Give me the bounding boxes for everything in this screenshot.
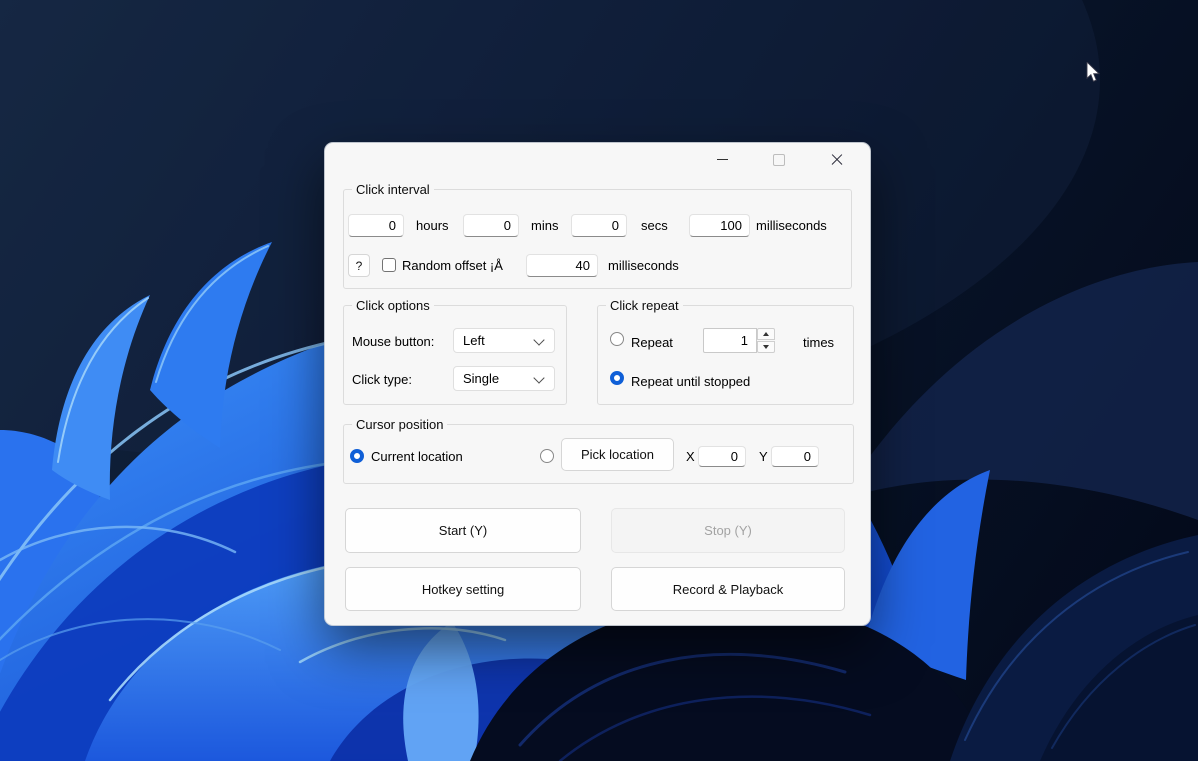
repeat-label: Repeat (631, 331, 673, 354)
hotkey-setting-button[interactable]: Hotkey setting (345, 567, 581, 611)
repeat-radio[interactable] (610, 332, 624, 346)
x-input[interactable] (698, 446, 746, 467)
times-label: times (803, 331, 834, 354)
mouse-button-label: Mouse button: (352, 330, 434, 353)
close-icon (831, 154, 843, 166)
mouse-button-value: Left (463, 333, 485, 348)
pick-location-radio[interactable] (540, 449, 554, 463)
current-location-radio[interactable] (350, 449, 364, 463)
repeat-until-stopped-label: Repeat until stopped (631, 370, 750, 393)
milliseconds-input[interactable] (689, 214, 750, 237)
cursor-position-group-label: Cursor position (352, 417, 447, 432)
repeat-until-stopped-radio[interactable] (610, 371, 624, 385)
spinner-up-button[interactable] (757, 328, 775, 340)
random-offset-input[interactable] (526, 254, 598, 277)
start-button[interactable]: Start (Y) (345, 508, 581, 553)
click-interval-group-label: Click interval (352, 182, 434, 197)
hours-input[interactable] (348, 214, 404, 237)
maximize-icon (773, 154, 785, 166)
random-offset-unit-label: milliseconds (608, 254, 679, 277)
mouse-button-dropdown[interactable]: Left (453, 328, 555, 353)
maximize-button[interactable] (754, 144, 804, 175)
secs-label: secs (641, 214, 668, 237)
minimize-button[interactable] (697, 144, 747, 175)
click-options-group: Click options Mouse button: Left Click t… (343, 305, 567, 405)
mins-label: mins (531, 214, 558, 237)
cursor-position-group: Cursor position Current location Pick lo… (343, 424, 854, 484)
minimize-icon (717, 159, 728, 160)
arrow-cursor-icon (1086, 62, 1101, 83)
click-type-label: Click type: (352, 368, 412, 391)
secs-input[interactable] (571, 214, 627, 237)
click-type-value: Single (463, 371, 499, 386)
auto-clicker-window: Click interval hours mins secs milliseco… (325, 143, 870, 625)
triangle-up-icon (763, 332, 769, 336)
repeat-count-spinner (703, 328, 775, 353)
click-repeat-group-label: Click repeat (606, 298, 683, 313)
click-type-dropdown[interactable]: Single (453, 366, 555, 391)
pick-location-button[interactable]: Pick location (561, 438, 674, 471)
random-offset-label: Random offset ¡Å (402, 254, 503, 277)
y-input[interactable] (771, 446, 819, 467)
triangle-down-icon (763, 345, 769, 349)
spinner-down-button[interactable] (757, 341, 775, 353)
x-label: X (686, 445, 695, 468)
stop-button[interactable]: Stop (Y) (611, 508, 845, 553)
click-repeat-group: Click repeat Repeat times Repeat until s… (597, 305, 854, 405)
chevron-down-icon (533, 334, 544, 345)
close-button[interactable] (812, 144, 862, 175)
current-location-label: Current location (371, 445, 463, 468)
click-options-group-label: Click options (352, 298, 434, 313)
mins-input[interactable] (463, 214, 519, 237)
record-playback-button[interactable]: Record & Playback (611, 567, 845, 611)
chevron-down-icon (533, 372, 544, 383)
repeat-count-input[interactable] (703, 328, 757, 353)
random-offset-checkbox[interactable] (382, 258, 396, 272)
milliseconds-label: milliseconds (756, 214, 827, 237)
click-interval-group: Click interval hours mins secs milliseco… (343, 189, 852, 289)
y-label: Y (759, 445, 768, 468)
hours-label: hours (416, 214, 449, 237)
help-button[interactable]: ? (348, 254, 370, 277)
